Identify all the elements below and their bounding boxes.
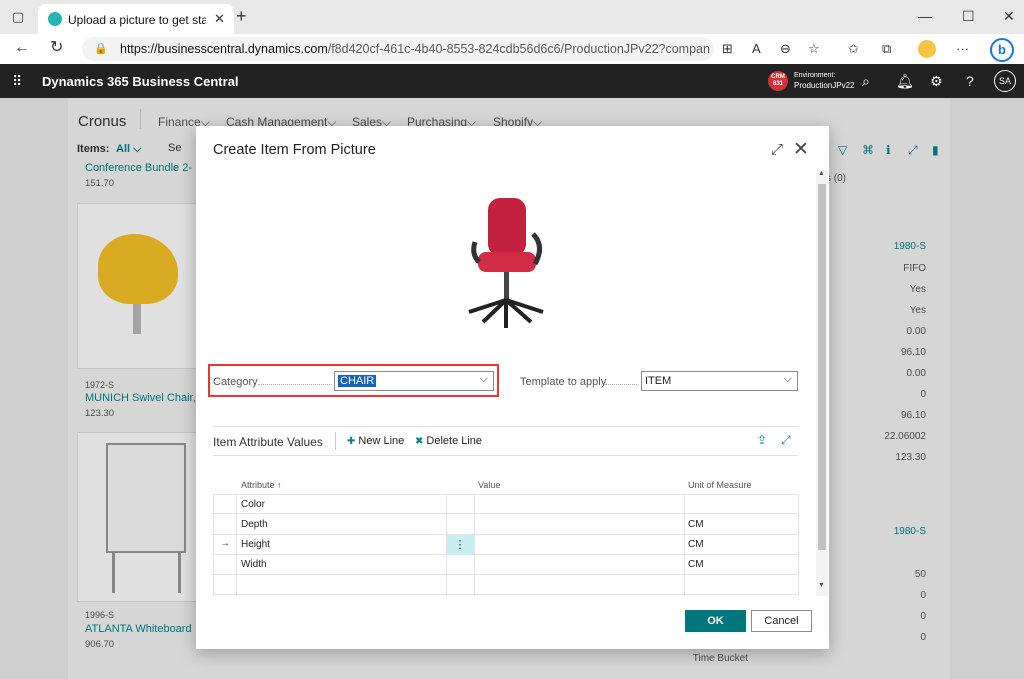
- app-title: Dynamics 365 Business Central: [42, 74, 239, 89]
- environment-label: Environment:: [794, 72, 836, 79]
- browser-tab[interactable]: Upload a picture to get started - ✕: [38, 4, 234, 34]
- back-icon[interactable]: ←: [14, 39, 30, 57]
- expand-subpage-icon[interactable]: ⤢: [781, 433, 791, 448]
- gear-icon[interactable]: ⚙: [930, 73, 943, 89]
- attribute-cell[interactable]: Color: [241, 499, 265, 510]
- chevron-down-icon: ⌵: [783, 373, 792, 385]
- app-launcher-icon[interactable]: ⠿: [12, 73, 22, 89]
- arrow-right-icon: →: [220, 538, 230, 549]
- create-item-dialog: Create Item From Picture ⤢ ✕ ▲ ▼ Categor…: [196, 126, 829, 649]
- dialog-title: Create Item From Picture: [213, 142, 376, 158]
- subpage-title[interactable]: Item Attribute Values: [213, 435, 323, 449]
- app-header: ⠿ Dynamics 365 Business Central CRM 831 …: [0, 64, 1024, 98]
- bell-icon[interactable]: 🔔︎: [896, 73, 914, 89]
- minimize-icon[interactable]: —: [918, 8, 932, 24]
- delete-line-icon: ✖: [415, 436, 424, 447]
- cancel-button[interactable]: Cancel: [751, 610, 812, 632]
- favorites-icon[interactable]: ✩: [848, 41, 859, 57]
- favorite-add-icon[interactable]: ☆: [808, 41, 820, 57]
- url-host: https://businesscentral.dynamics.com: [120, 42, 328, 56]
- browser-tab-bar: ▢ Upload a picture to get started - ✕ + …: [0, 0, 1024, 34]
- share-icon[interactable]: ⇪: [757, 433, 767, 447]
- read-aloud-icon[interactable]: A: [752, 41, 761, 57]
- favicon-icon: [48, 12, 62, 26]
- tab-actions-icon[interactable]: ▢: [10, 9, 26, 25]
- template-value: ITEM: [645, 375, 672, 387]
- window-close-icon[interactable]: ✕: [1003, 8, 1015, 24]
- template-select[interactable]: ITEM ⌵: [641, 371, 798, 391]
- new-tab-icon[interactable]: +: [236, 7, 247, 25]
- scrollbar[interactable]: ▲ ▼: [816, 170, 828, 596]
- delete-line-button[interactable]: ✖ Delete Line: [415, 435, 482, 447]
- collections-icon[interactable]: ⧉: [882, 41, 891, 57]
- chevron-down-icon: ⌵: [479, 373, 488, 385]
- avatar[interactable]: SA: [994, 70, 1016, 92]
- ok-button[interactable]: OK: [685, 610, 746, 632]
- attribute-cell[interactable]: Depth: [241, 519, 268, 530]
- environment-name: ProductionJPv22: [794, 81, 855, 90]
- category-value: CHAIR: [338, 375, 377, 387]
- environment-badge: CRM 831: [768, 71, 788, 91]
- close-tab-icon[interactable]: ✕: [214, 11, 225, 27]
- table-row[interactable]: Depth CM: [213, 515, 798, 535]
- template-label: Template to apply: [520, 376, 607, 388]
- bing-icon[interactable]: b: [990, 38, 1014, 62]
- table-row[interactable]: → Height ⋮ CM: [213, 535, 798, 555]
- apps-icon[interactable]: ⊞: [722, 41, 733, 57]
- column-header-attribute[interactable]: Attribute ↑: [241, 480, 282, 490]
- address-bar: ← ↻ 🔒 https://businesscentral.dynamics.c…: [0, 34, 1024, 64]
- help-icon[interactable]: ?: [966, 73, 974, 89]
- column-header-value[interactable]: Value: [478, 480, 500, 490]
- search-icon[interactable]: ⌕: [862, 73, 870, 89]
- scroll-thumb[interactable]: [818, 184, 826, 550]
- row-menu-icon[interactable]: ⋮: [446, 535, 474, 555]
- category-label: Category: [213, 376, 258, 388]
- close-icon[interactable]: ✕: [793, 138, 809, 161]
- environment-info: Environment: ProductionJPv22: [794, 71, 854, 91]
- refresh-icon[interactable]: ↻: [50, 39, 63, 57]
- table-row[interactable]: Width CM: [213, 555, 798, 575]
- tab-title: Upload a picture to get started -: [68, 13, 206, 27]
- table-row[interactable]: [213, 575, 798, 595]
- scroll-up-icon[interactable]: ▲: [818, 170, 825, 177]
- new-line-button[interactable]: ✚ New Line: [347, 435, 404, 447]
- uom-cell[interactable]: CM: [688, 559, 704, 570]
- table-row[interactable]: Color: [213, 494, 798, 514]
- more-icon[interactable]: ···: [956, 41, 969, 57]
- scroll-down-icon[interactable]: ▼: [818, 582, 825, 589]
- attribute-cell[interactable]: Height: [241, 539, 270, 550]
- extension-icon[interactable]: [918, 40, 936, 58]
- maximize-icon[interactable]: ☐: [962, 8, 975, 24]
- url-field[interactable]: 🔒 https://businesscentral.dynamics.com/f…: [82, 37, 714, 61]
- uom-cell[interactable]: CM: [688, 539, 704, 550]
- item-picture: [468, 198, 544, 328]
- uom-cell[interactable]: CM: [688, 519, 704, 530]
- category-select[interactable]: CHAIR ⌵: [334, 371, 494, 391]
- url-path: /f8d420cf-461c-4b40-8553-824cdb56d6c6/Pr…: [327, 42, 710, 56]
- column-header-uom[interactable]: Unit of Measure: [688, 480, 752, 490]
- new-line-icon: ✚: [347, 436, 356, 447]
- lock-icon: 🔒: [94, 43, 108, 55]
- expand-icon[interactable]: ⤢: [771, 141, 783, 158]
- attribute-cell[interactable]: Width: [241, 559, 267, 570]
- zoom-icon[interactable]: ⊖: [780, 41, 791, 57]
